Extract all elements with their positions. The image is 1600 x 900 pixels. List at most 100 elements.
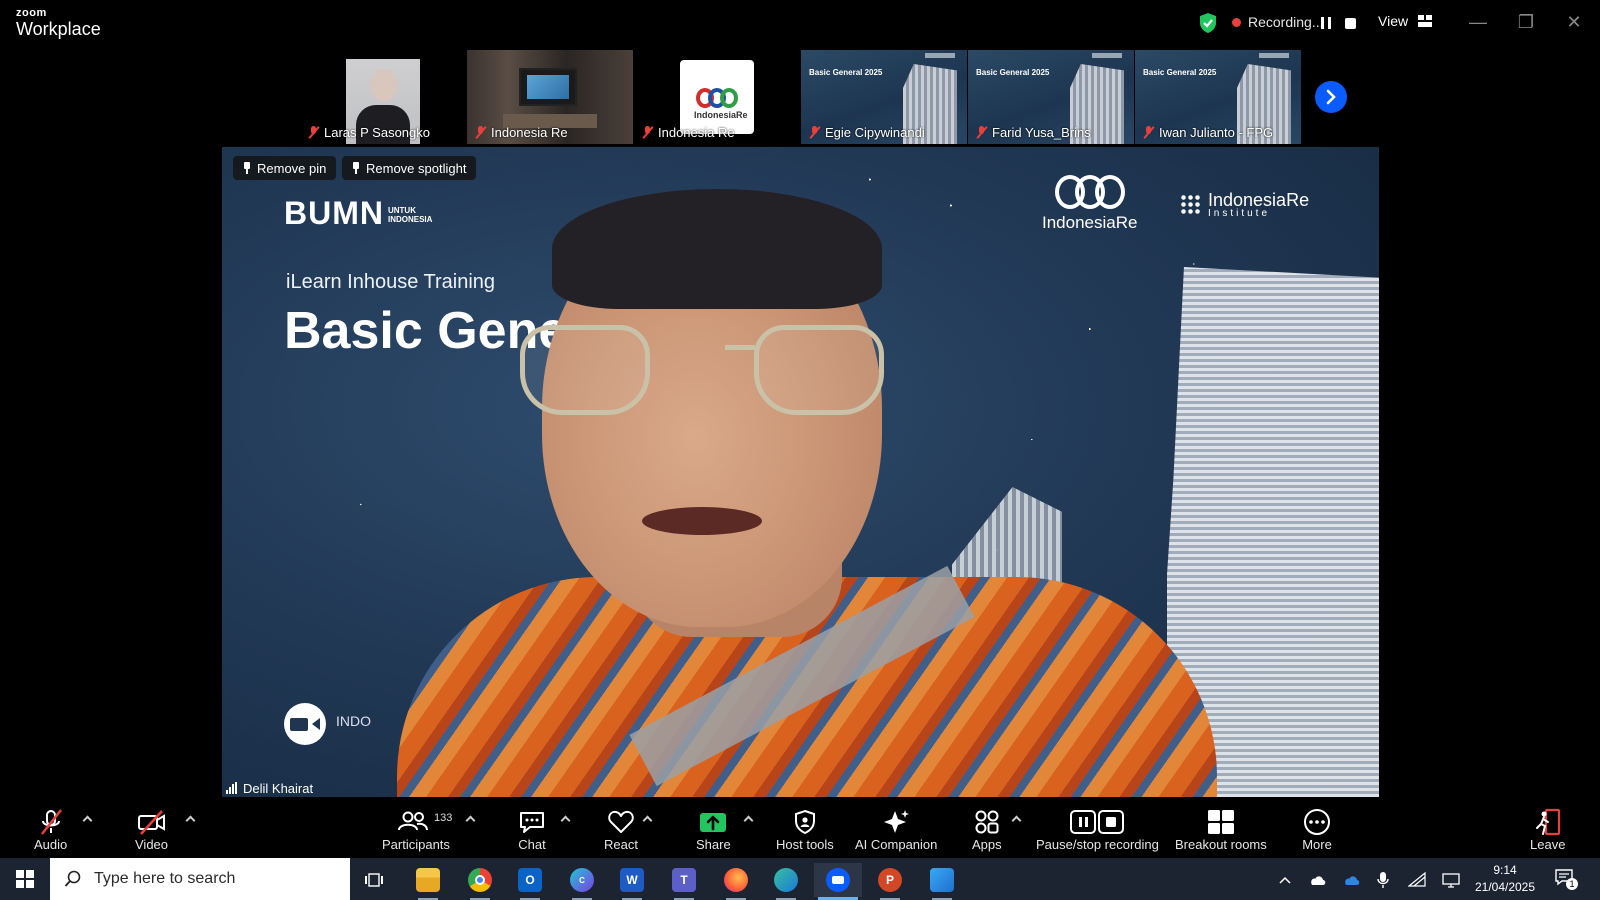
task-view-icon: [365, 873, 383, 887]
remove-pin-button[interactable]: Remove pin: [233, 156, 337, 180]
pause-recording-button[interactable]: [1316, 13, 1336, 33]
search-placeholder: Type here to search: [94, 870, 236, 887]
share-options-caret[interactable]: [743, 814, 753, 824]
signal-strength-icon: [226, 782, 237, 794]
leave-button[interactable]: Leave: [1530, 808, 1565, 852]
network-tray[interactable]: [1406, 870, 1428, 890]
windows-logo-icon: [16, 870, 34, 888]
chat-options-caret[interactable]: [560, 814, 570, 824]
slide-title: Basic General 2025: [1143, 68, 1217, 77]
edge-button[interactable]: [762, 863, 810, 900]
apps-button[interactable]: Apps: [972, 808, 1002, 852]
leave-door-icon: [1535, 808, 1560, 836]
speaker-nameplate: Delil Khairat: [222, 779, 313, 797]
participant-name: Indonesia Re: [475, 125, 568, 140]
glasses-right-lens: [754, 325, 884, 415]
share-button[interactable]: Share: [696, 808, 731, 852]
close-button[interactable]: ✕: [1562, 10, 1586, 34]
participants-options-caret[interactable]: [465, 814, 475, 824]
ai-companion-button[interactable]: AI Companion: [855, 808, 937, 852]
active-speaker-video[interactable]: BUMN UNTUK INDONESIA iLearn Inhouse Traini…: [222, 147, 1379, 797]
indonesia-re-institute-logo: IndonesiaRe Institute: [1180, 191, 1309, 219]
onedrive-business-tray[interactable]: [1340, 870, 1362, 890]
pause-stop-icon: [1070, 810, 1125, 834]
stop-recording-button[interactable]: [1340, 13, 1360, 33]
powerpoint-button[interactable]: P: [866, 863, 914, 900]
participant-tile[interactable]: Laras P Sasongko: [300, 50, 466, 144]
muted-mic-icon: [308, 126, 320, 139]
pause-stop-recording-button[interactable]: Pause/stop recording: [1036, 808, 1159, 852]
slide-logo: [1092, 53, 1122, 58]
glasses-bridge: [725, 345, 755, 350]
file-explorer-button[interactable]: [404, 863, 452, 900]
teams-button[interactable]: T: [660, 863, 708, 900]
host-tools-button[interactable]: Host tools: [776, 808, 834, 852]
spotlight-pin-icon: [352, 162, 360, 174]
chat-button[interactable]: Chat: [517, 808, 547, 852]
indonesia-re-logo: IndonesiaRe: [1042, 175, 1137, 233]
taskbar-clock[interactable]: 9:14 21/04/2025: [1470, 862, 1540, 896]
remove-spotlight-button[interactable]: Remove spotlight: [342, 156, 477, 180]
word-icon: W: [620, 868, 644, 892]
video-options-caret[interactable]: [185, 814, 195, 824]
audio-options-caret[interactable]: [82, 814, 92, 824]
show-hidden-icons-button[interactable]: [1274, 870, 1296, 890]
view-label: View: [1378, 13, 1409, 29]
microphone-in-use-tray[interactable]: [1372, 870, 1394, 890]
indonesia-re-avatar: IndonesiaRe: [680, 60, 754, 134]
encryption-shield-icon[interactable]: [1198, 12, 1218, 34]
onedrive-personal-tray[interactable]: [1306, 870, 1328, 890]
display-tray[interactable]: [1440, 870, 1462, 890]
restore-button[interactable]: ❐: [1514, 10, 1538, 34]
start-button[interactable]: [0, 858, 50, 900]
react-button[interactable]: React: [604, 808, 638, 852]
audio-button[interactable]: Audio: [34, 808, 67, 852]
more-dots-icon: [1304, 809, 1330, 835]
participant-tile[interactable]: Basic General 2025 Iwan Julianto - FPG: [1135, 50, 1301, 144]
minimize-button[interactable]: —: [1466, 10, 1490, 34]
recording-dot-icon: [1232, 18, 1241, 27]
video-button[interactable]: Video: [135, 808, 168, 852]
word-button[interactable]: W: [608, 863, 656, 900]
outlook-button[interactable]: O: [506, 863, 554, 900]
participants-icon: [397, 811, 428, 831]
next-page-button[interactable]: [1315, 81, 1347, 113]
action-center-button[interactable]: 1: [1554, 868, 1578, 890]
more-button[interactable]: More: [1302, 808, 1332, 852]
muted-microphone-icon: [40, 809, 62, 835]
zoom-taskbar-button[interactable]: [814, 863, 862, 900]
taskbar-search-box[interactable]: Type here to search: [50, 858, 350, 900]
participant-name: Laras P Sasongko: [308, 125, 430, 140]
host-shield-icon: [794, 809, 815, 835]
indonesia-re-logo-icon: [696, 88, 740, 108]
search-icon: [64, 870, 81, 887]
participant-tile[interactable]: IndonesiaRe Indonesia Re: [634, 50, 800, 144]
task-view-button[interactable]: [350, 863, 398, 897]
edge-icon: [774, 868, 798, 892]
participant-tile[interactable]: Basic General 2025 Farid Yusa_Brins: [968, 50, 1134, 144]
muted-mic-icon: [642, 126, 654, 139]
clock-date: 21/04/2025: [1474, 880, 1536, 894]
logo-bottom-text: Workplace: [16, 19, 101, 39]
avatar-card-text: IndonesiaRe: [694, 110, 748, 120]
muted-mic-icon: [475, 126, 487, 139]
recording-status: Recording...: [1248, 14, 1324, 30]
react-options-caret[interactable]: [642, 814, 652, 824]
participant-tile[interactable]: Indonesia Re: [467, 50, 633, 144]
photos-icon: [930, 868, 954, 892]
slide-title: Basic General 2025: [809, 68, 883, 77]
breakout-rooms-button[interactable]: Breakout rooms: [1175, 808, 1267, 852]
notification-badge: 1: [1566, 878, 1578, 890]
firefox-button[interactable]: [712, 863, 760, 900]
speaker-name: Delil Khairat: [243, 780, 314, 796]
chrome-button[interactable]: [456, 863, 504, 900]
title-bar: zoom Workplace Recording... View — ❐ ✕: [0, 0, 1600, 46]
photos-button[interactable]: [918, 863, 966, 900]
view-grid-icon: [1418, 15, 1433, 27]
participant-tile[interactable]: Basic General 2025 Egie Cipywinandi: [801, 50, 967, 144]
apps-options-caret[interactable]: [1011, 814, 1021, 824]
canva-button[interactable]: C: [558, 863, 606, 900]
pin-icon: [243, 162, 251, 174]
view-button[interactable]: View: [1378, 13, 1433, 29]
slide-logo: [925, 53, 955, 58]
